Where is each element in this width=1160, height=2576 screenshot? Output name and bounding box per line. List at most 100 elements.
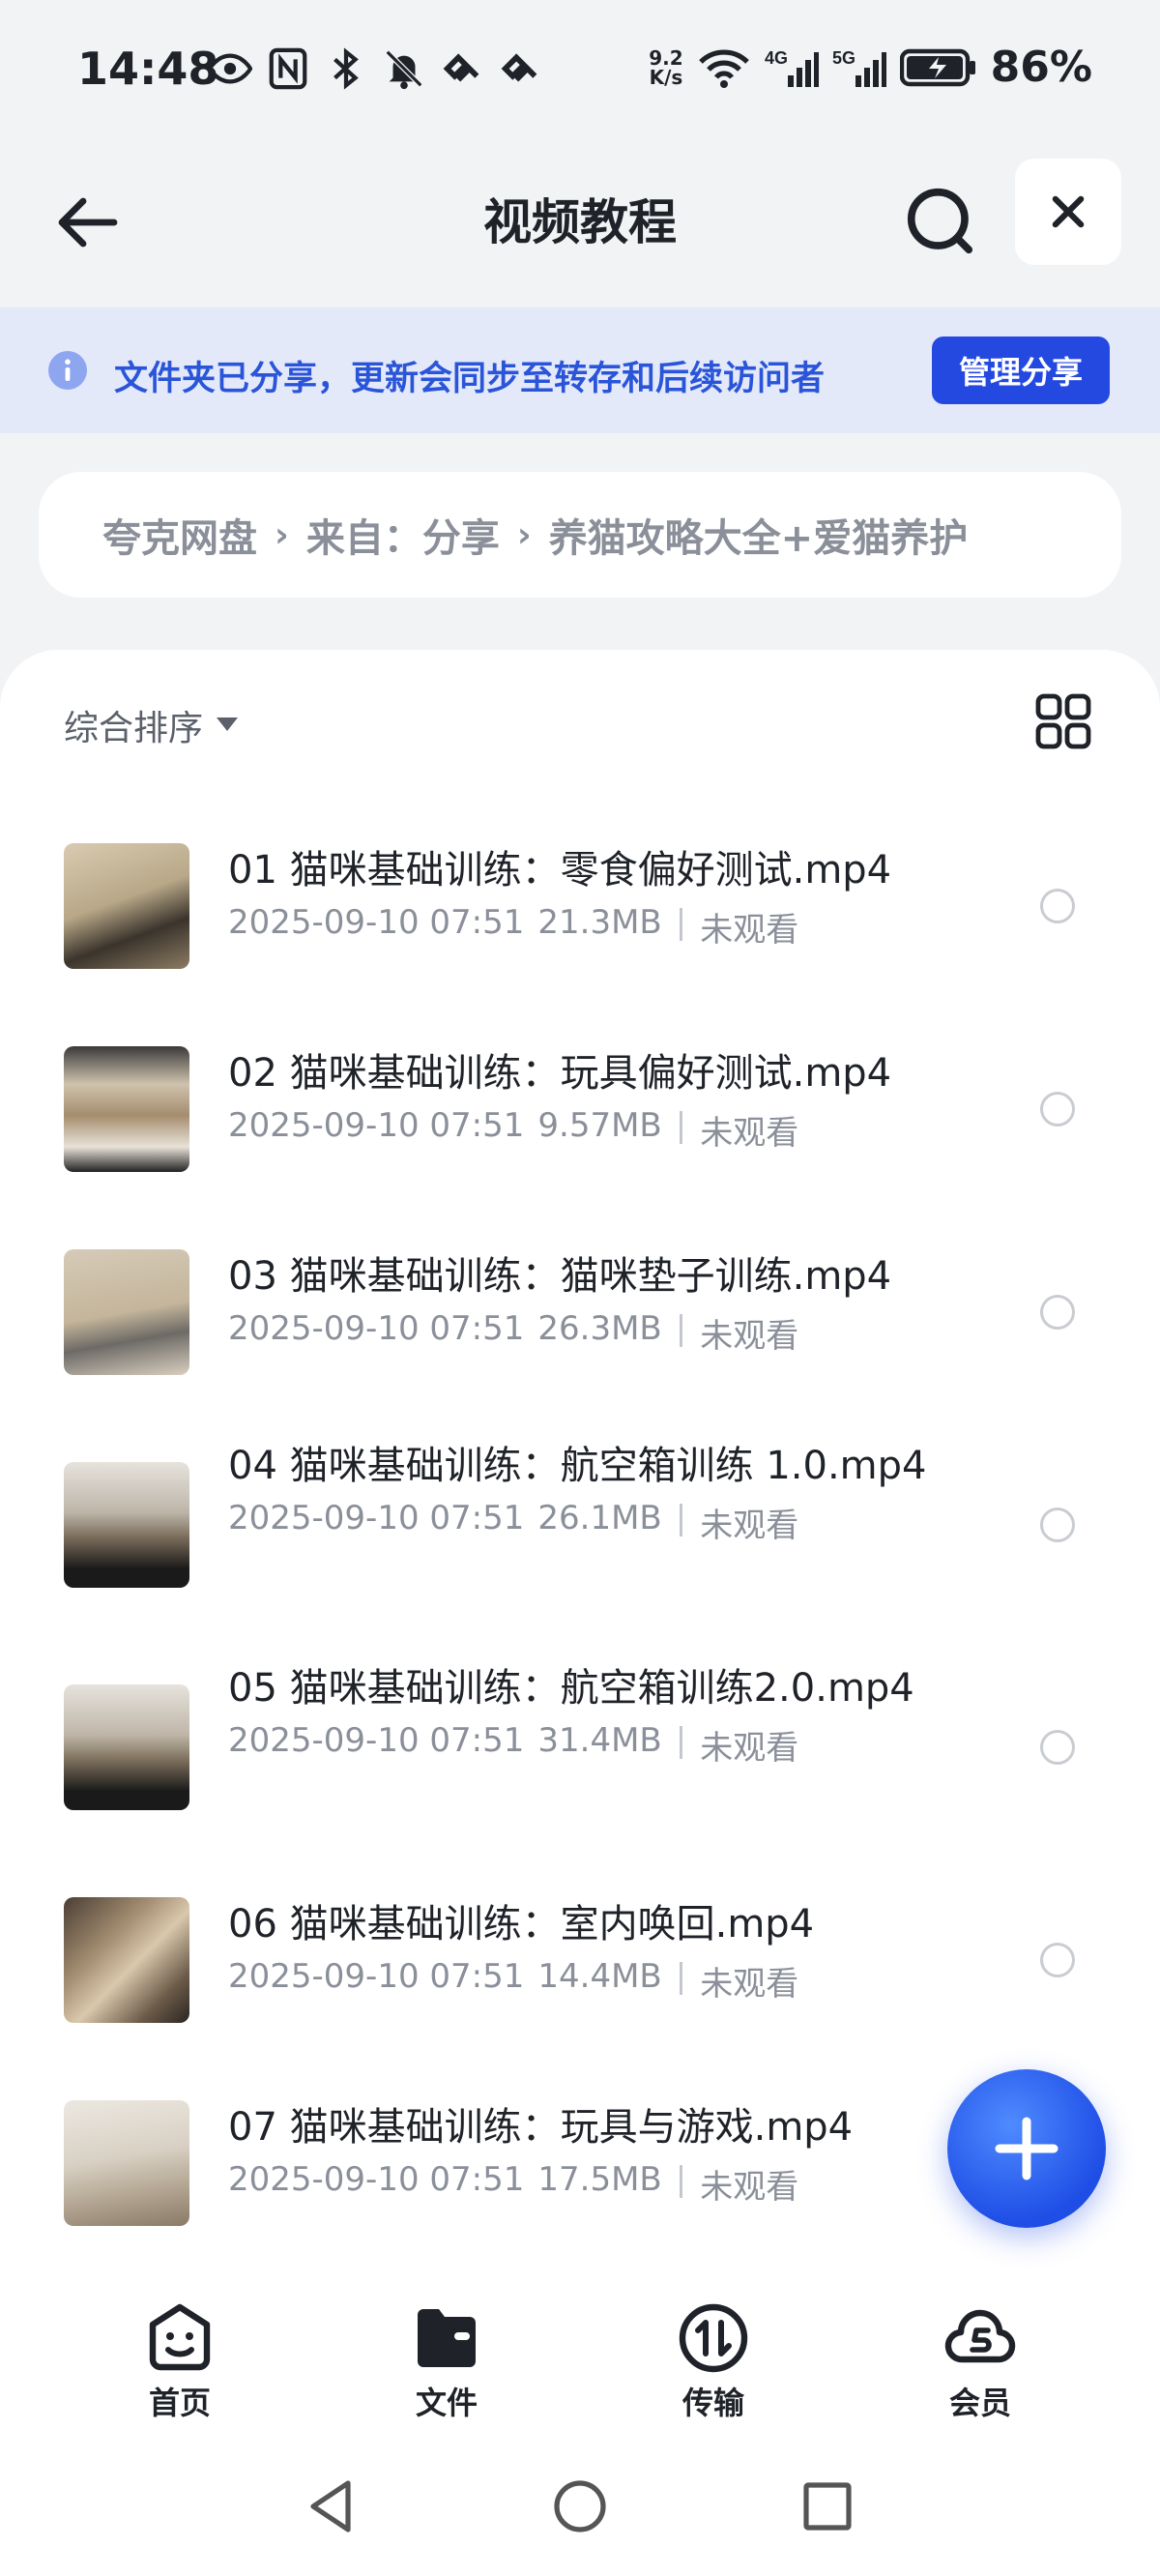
file-row[interactable]: 03 猫咪基础训练：猫咪垫子训练.mp4 2025-09-10 07:51 26… <box>0 1211 1160 1414</box>
status-time: 14:48 <box>77 43 219 95</box>
select-radio[interactable] <box>1040 889 1075 923</box>
file-meta: 2025-09-10 07:51 14.4MB | 未观看 <box>228 1957 943 2005</box>
nav-item-home[interactable]: 首页 <box>102 2299 257 2423</box>
breadcrumb: 夸克网盘 › 来自：分享 › 养猫攻略大全+爱猫养护 <box>39 472 1121 598</box>
nav-label: 传输 <box>682 2385 744 2421</box>
caret-down-icon <box>217 717 239 731</box>
transfer-icon <box>679 2303 748 2373</box>
file-meta: 2025-09-10 07:51 31.4MB | 未观看 <box>228 1721 943 1769</box>
file-row[interactable]: 02 猫咪基础训练：玩具偏好测试.mp4 2025-09-10 07:51 9.… <box>0 1008 1160 1211</box>
link-icon <box>443 53 479 82</box>
file-list: 01 猫咪基础训练：零食偏好测试.mp4 2025-09-10 07:51 21… <box>0 805 1160 2265</box>
video-thumbnail <box>64 1249 189 1375</box>
system-recents-button[interactable] <box>797 2475 858 2537</box>
signal-4g-icon: 4G <box>765 48 819 87</box>
file-info: 03 猫咪基础训练：猫咪垫子训练.mp4 2025-09-10 07:51 26… <box>228 1253 943 1357</box>
file-name: 07 猫咪基础训练：玩具与游戏.mp4 <box>228 2105 854 2150</box>
file-info: 02 猫咪基础训练：玩具偏好测试.mp4 2025-09-10 07:51 9.… <box>228 1050 943 1154</box>
select-radio[interactable] <box>1040 1092 1075 1127</box>
select-radio[interactable] <box>1040 1730 1075 1765</box>
file-status: 未观看 <box>700 1114 799 1153</box>
bottom-nav: 首页 文件 传输 会员 <box>0 2272 1160 2437</box>
info-icon <box>48 351 87 390</box>
file-name: 05 猫咪基础训练：航空箱训练2.0.mp4 <box>228 1666 914 1711</box>
file-status: 未观看 <box>700 1729 799 1768</box>
file-size: 26.1MB <box>537 1499 662 1537</box>
file-date: 2025-09-10 07:51 <box>228 1499 525 1537</box>
wifi-icon <box>698 49 749 88</box>
select-radio[interactable] <box>1040 1295 1075 1330</box>
meta-divider: | <box>675 2160 687 2199</box>
file-status: 未观看 <box>700 2168 799 2207</box>
file-meta: 2025-09-10 07:51 26.3MB | 未观看 <box>228 1309 943 1357</box>
svg-text:5G: 5G <box>832 48 856 68</box>
cloud-vip-icon <box>944 2309 1016 2363</box>
system-nav-bar <box>0 2437 1160 2576</box>
circle-home-icon <box>554 2480 606 2532</box>
file-row[interactable]: 04 猫咪基础训练：航空箱训练 1.0.mp4 2025-09-10 07:51… <box>0 1414 1160 1636</box>
file-row[interactable]: 01 猫咪基础训练：零食偏好测试.mp4 2025-09-10 07:51 21… <box>0 805 1160 1008</box>
eye-icon <box>208 53 252 84</box>
search-button[interactable] <box>899 180 981 262</box>
file-row[interactable]: 05 猫咪基础训练：航空箱训练2.0.mp4 2025-09-10 07:51 … <box>0 1636 1160 1859</box>
file-name: 02 猫咪基础训练：玩具偏好测试.mp4 <box>228 1051 892 1096</box>
breadcrumb-item-share[interactable]: 来自：分享 <box>306 507 500 563</box>
close-icon <box>1052 195 1085 228</box>
file-row[interactable]: 06 猫咪基础训练：室内唤回.mp4 2025-09-10 07:51 14.4… <box>0 1859 1160 2062</box>
grid-view-button[interactable] <box>1034 692 1092 750</box>
meta-divider: | <box>675 1106 687 1145</box>
file-meta: 2025-09-10 07:51 26.1MB | 未观看 <box>228 1499 943 1546</box>
video-thumbnail <box>64 1684 189 1810</box>
breadcrumb-track: 夸克网盘 › 来自：分享 › 养猫攻略大全+爱猫养护 <box>39 507 968 563</box>
meta-divider: | <box>675 1309 687 1348</box>
battery-charging-icon <box>899 48 975 86</box>
system-home-button[interactable] <box>549 2475 611 2537</box>
meta-divider: | <box>675 1957 687 1996</box>
file-name: 01 猫咪基础训练：零食偏好测试.mp4 <box>228 848 892 893</box>
nav-label: 文件 <box>415 2385 478 2421</box>
close-button[interactable] <box>1015 159 1121 265</box>
file-info: 07 猫咪基础训练：玩具与游戏.mp4 2025-09-10 07:51 17.… <box>228 2104 943 2208</box>
folder-icon <box>418 2309 476 2367</box>
system-back-button[interactable] <box>302 2475 363 2537</box>
file-date: 2025-09-10 07:51 <box>228 903 525 942</box>
chevron-right-icon: › <box>275 514 289 555</box>
nav-label: 首页 <box>148 2385 211 2421</box>
file-status: 未观看 <box>700 1507 799 1545</box>
plus-icon <box>995 2117 1058 2181</box>
file-date: 2025-09-10 07:51 <box>228 1309 525 1348</box>
chevron-right-icon: › <box>516 514 532 555</box>
select-radio[interactable] <box>1040 1508 1075 1542</box>
nav-item-vip[interactable]: 会员 <box>903 2299 1058 2423</box>
meta-divider: | <box>675 1721 687 1760</box>
nav-item-transfer[interactable]: 传输 <box>636 2299 791 2423</box>
net-speed: 9.2 K/s <box>649 48 682 87</box>
status-bar: 14:48 9.2 K/s 4G 5G 86% <box>0 0 1160 145</box>
file-meta: 2025-09-10 07:51 21.3MB | 未观看 <box>228 903 943 951</box>
file-date: 2025-09-10 07:51 <box>228 1957 525 1996</box>
select-radio[interactable] <box>1040 1943 1075 1977</box>
mute-bell-icon <box>385 49 423 90</box>
status-icons <box>208 46 542 91</box>
file-info: 06 猫咪基础训练：室内唤回.mp4 2025-09-10 07:51 14.4… <box>228 1901 943 2005</box>
file-meta: 2025-09-10 07:51 17.5MB | 未观看 <box>228 2160 943 2208</box>
file-name: 03 猫咪基础训练：猫咪垫子训练.mp4 <box>228 1254 892 1299</box>
add-button[interactable] <box>947 2069 1106 2228</box>
breadcrumb-item-root[interactable]: 夸克网盘 <box>102 507 257 563</box>
header: 视频教程 <box>0 145 1160 309</box>
nav-item-files[interactable]: 文件 <box>369 2299 524 2423</box>
file-date: 2025-09-10 07:51 <box>228 1106 525 1145</box>
sort-label: 综合排序 <box>64 709 204 748</box>
breadcrumb-item-folder[interactable]: 养猫攻略大全+爱猫养护 <box>549 507 969 563</box>
signal-5g-icon: 5G <box>832 48 886 87</box>
manage-share-button[interactable]: 管理分享 <box>932 337 1110 404</box>
meta-divider: | <box>675 1499 687 1537</box>
video-thumbnail <box>64 1897 189 2023</box>
file-size: 31.4MB <box>537 1721 662 1760</box>
svg-text:4G: 4G <box>765 48 788 68</box>
file-meta: 2025-09-10 07:51 9.57MB | 未观看 <box>228 1106 943 1154</box>
file-size: 21.3MB <box>537 903 662 942</box>
link-icon-2 <box>501 53 537 82</box>
search-icon <box>907 188 973 254</box>
sort-dropdown[interactable]: 综合排序 <box>64 700 239 750</box>
